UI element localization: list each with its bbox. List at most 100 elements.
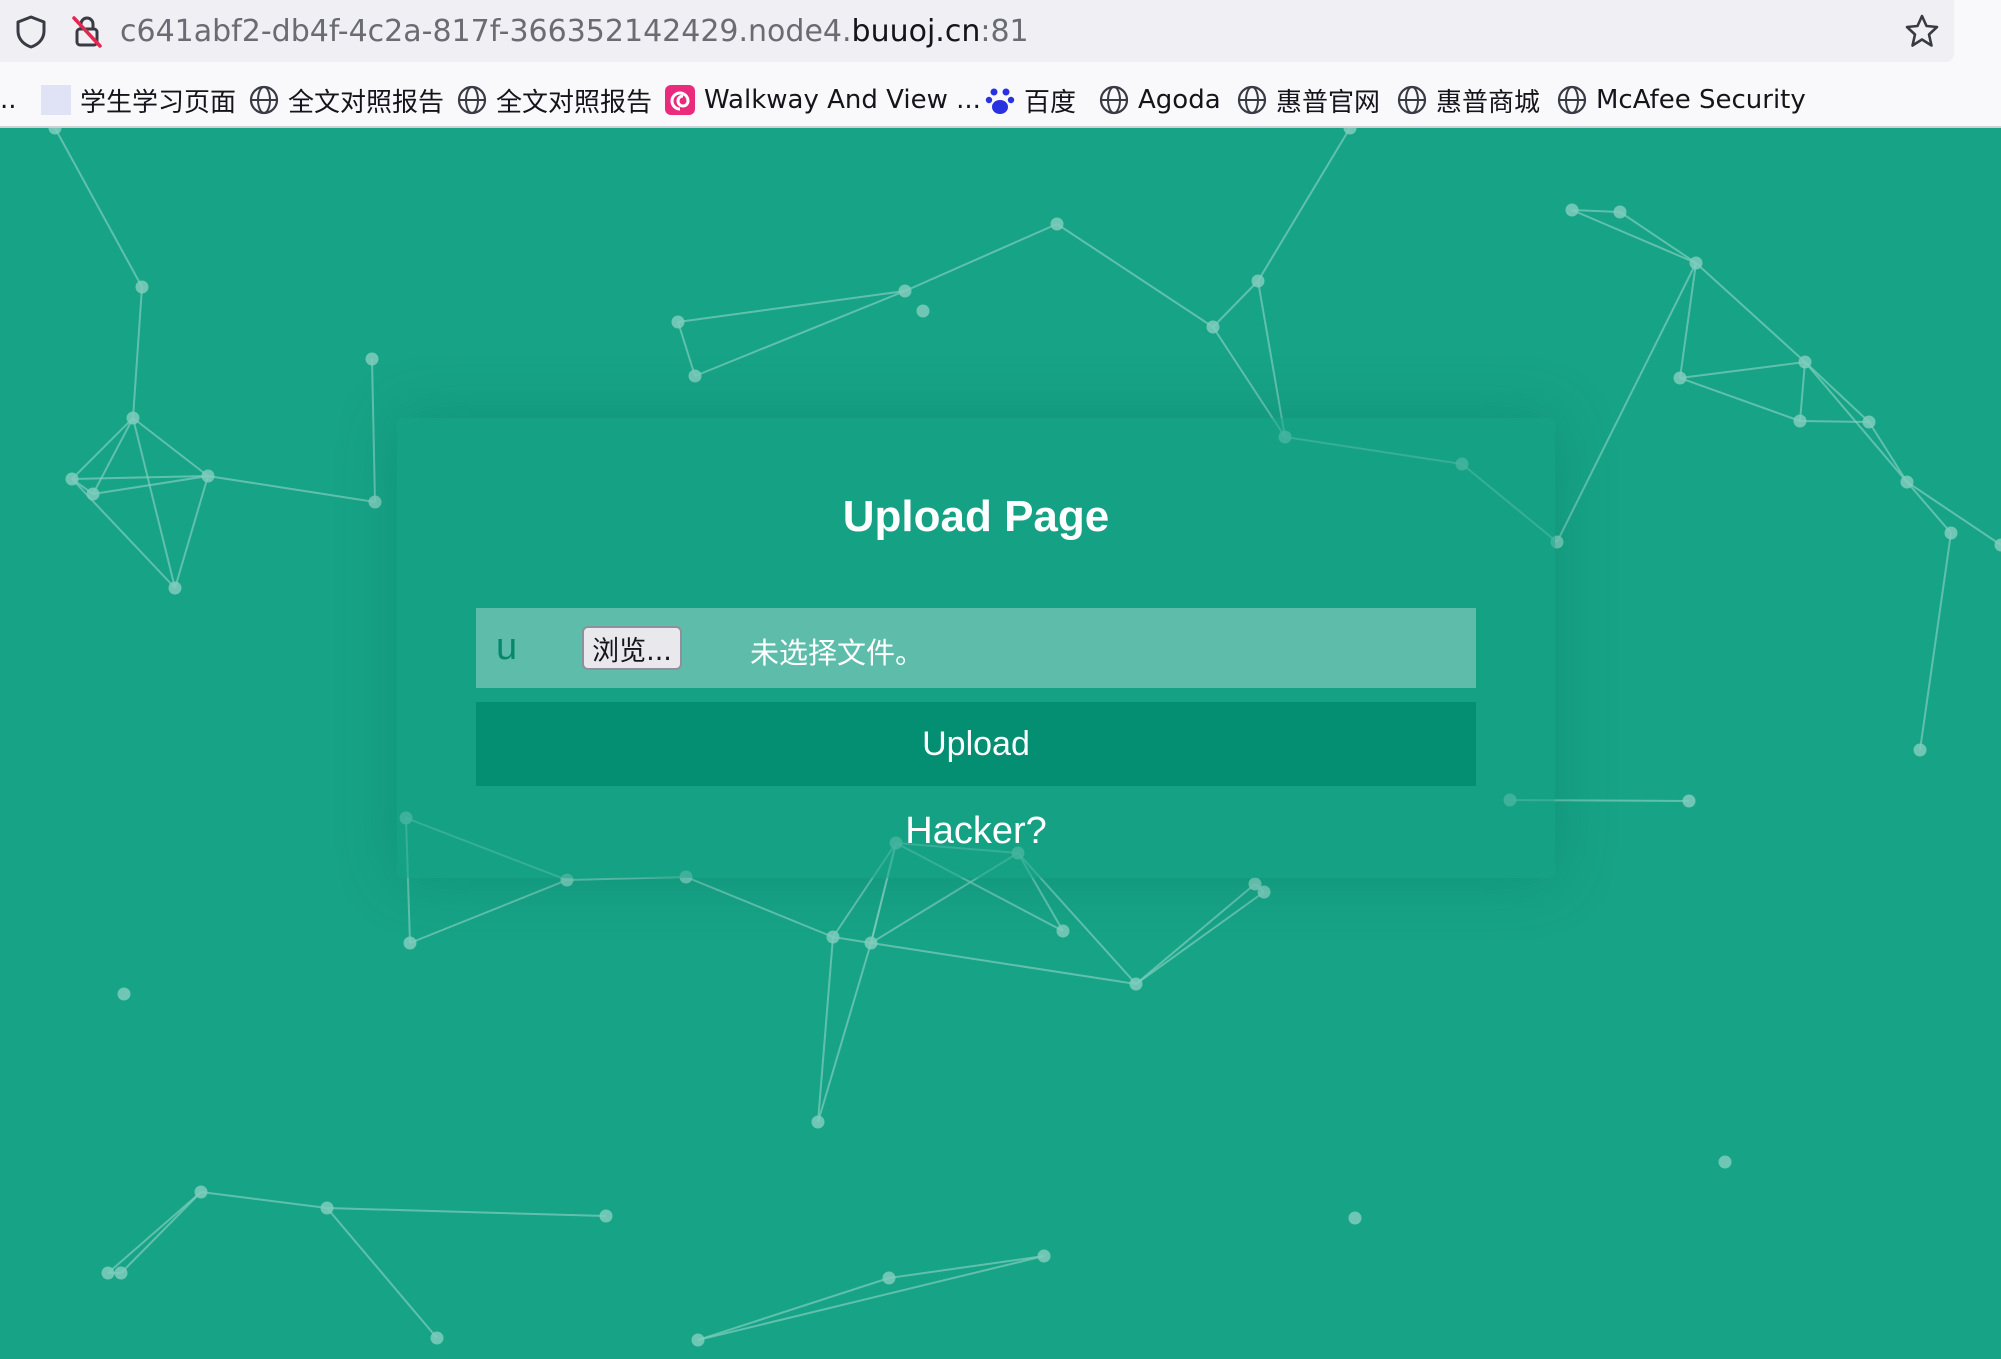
- particle-dot: [1673, 371, 1687, 385]
- bookmark-label: Walkway And View ...: [704, 85, 981, 115]
- particle-dot: [1206, 320, 1220, 334]
- particle-dot: [430, 1331, 444, 1345]
- bookmark-item[interactable]: 百度: [984, 78, 1076, 122]
- particle-dot: [1913, 743, 1927, 757]
- particle-dot: [1348, 1211, 1362, 1225]
- particle-dot: [599, 1209, 613, 1223]
- url-bar[interactable]: c641abf2-db4f-4c2a-817f-366352142429.nod…: [0, 0, 1954, 62]
- bookmarks-overflow[interactable]: ..: [0, 78, 17, 122]
- bookmark-label: 全文对照报告: [288, 87, 445, 118]
- bookmark-label: 百度: [1024, 87, 1077, 118]
- particle-dot: [1129, 977, 1143, 991]
- particle-dot: [1565, 203, 1579, 217]
- bookmark-label: 惠普商城: [1436, 87, 1541, 118]
- particle-dot: [1862, 415, 1876, 429]
- particle-dot: [916, 304, 930, 318]
- particle-link: [685, 876, 834, 938]
- particle-dot: [1689, 256, 1703, 270]
- particle-dot: [688, 369, 702, 383]
- particle-link: [1804, 361, 1870, 423]
- particle-dot: [1682, 794, 1696, 808]
- particle-link: [1679, 377, 1801, 422]
- particle-link: [1257, 128, 1351, 282]
- paw-icon: [985, 88, 1015, 114]
- globe-icon: [1397, 85, 1427, 115]
- url-port: :81: [980, 14, 1029, 49]
- particle-link: [677, 290, 906, 323]
- particle-link: [71, 417, 134, 480]
- bookmark-label: McAfee Security: [1596, 85, 1806, 115]
- particle-link: [1799, 361, 1806, 422]
- browser-chrome: c641abf2-db4f-4c2a-817f-366352142429.nod…: [0, 0, 2001, 128]
- page-icon: [41, 85, 71, 115]
- particle-dot: [811, 1115, 825, 1129]
- bookmark-item[interactable]: Walkway And View ...: [664, 78, 981, 122]
- bookmark-item[interactable]: 惠普商城: [1396, 78, 1540, 122]
- browse-file-button[interactable]: 浏览...: [582, 626, 682, 670]
- bookmark-star-icon[interactable]: [1904, 13, 1940, 49]
- swirl-logo-icon: [665, 85, 695, 115]
- particle-link: [409, 879, 568, 944]
- particle-dot: [898, 284, 912, 298]
- bookmark-item[interactable]: 惠普官网: [1236, 78, 1380, 122]
- particle-dot: [1037, 1249, 1051, 1263]
- particle-link: [1135, 891, 1265, 985]
- particle-link: [132, 286, 143, 419]
- particle-link: [1135, 883, 1256, 985]
- particle-link: [1799, 420, 1870, 423]
- particle-dot: [65, 472, 79, 486]
- bookmark-item[interactable]: 全文对照报告: [248, 78, 444, 122]
- file-input-row: u 浏览... 未选择文件。: [476, 608, 1476, 688]
- particle-link: [326, 1207, 607, 1217]
- particle-dot: [1798, 355, 1812, 369]
- insecure-lock-icon[interactable]: [70, 14, 104, 50]
- particle-link: [904, 223, 1058, 292]
- particle-link: [1212, 280, 1259, 328]
- bookmark-item[interactable]: 学生学习页面: [40, 78, 236, 122]
- particle-dot: [320, 1201, 334, 1215]
- particle-dot: [365, 352, 379, 366]
- url-prefix: c641abf2-db4f-4c2a-817f-366352142429.nod…: [120, 14, 852, 49]
- particle-dot: [403, 936, 417, 950]
- globe-icon: [457, 85, 487, 115]
- bookmark-item[interactable]: McAfee Security: [1556, 78, 1806, 122]
- particle-link: [1919, 532, 1952, 751]
- particle-dot: [1343, 128, 1357, 135]
- bookmark-item[interactable]: Agoda: [1098, 78, 1221, 122]
- file-input-prefix: u: [496, 626, 518, 668]
- particle-link: [200, 1191, 328, 1209]
- particle-link: [697, 1255, 1045, 1341]
- particle-link: [1257, 280, 1286, 438]
- particle-dot: [201, 469, 215, 483]
- particle-dot: [1900, 475, 1914, 489]
- particle-link: [1619, 211, 1697, 264]
- shield-icon[interactable]: [14, 14, 48, 50]
- url-text[interactable]: c641abf2-db4f-4c2a-817f-366352142429.nod…: [120, 12, 1029, 52]
- particle-link: [870, 942, 1137, 985]
- particle-dot: [1718, 1155, 1732, 1169]
- particle-link: [1679, 361, 1806, 379]
- upload-button[interactable]: Upload: [476, 702, 1476, 786]
- bookmark-label: Agoda: [1138, 85, 1221, 115]
- particle-dot: [101, 1266, 115, 1280]
- particle-dot: [117, 987, 131, 1001]
- particle-dot: [882, 1271, 896, 1285]
- particle-link: [1056, 223, 1214, 328]
- hacker-link[interactable]: Hacker?: [0, 810, 1952, 853]
- bookmark-item[interactable]: 全文对照报告: [456, 78, 652, 122]
- particle-dot: [1257, 885, 1271, 899]
- particle-dot: [126, 411, 140, 425]
- page-title: Upload Page: [842, 492, 1110, 541]
- globe-icon: [1557, 85, 1587, 115]
- particle-dot: [194, 1185, 208, 1199]
- particle-link: [120, 1191, 202, 1274]
- bookmarks-toolbar: .. 学生学习页面 全文对照报告 全文对照报告 Walkway And View…: [0, 78, 2001, 122]
- particle-dot: [826, 930, 840, 944]
- globe-icon: [1099, 85, 1129, 115]
- particle-dot: [864, 936, 878, 950]
- file-status-text: 未选择文件。: [750, 636, 925, 670]
- particle-dot: [1056, 924, 1070, 938]
- particle-link: [92, 417, 134, 495]
- particle-dot: [48, 128, 62, 135]
- particle-link: [694, 290, 906, 377]
